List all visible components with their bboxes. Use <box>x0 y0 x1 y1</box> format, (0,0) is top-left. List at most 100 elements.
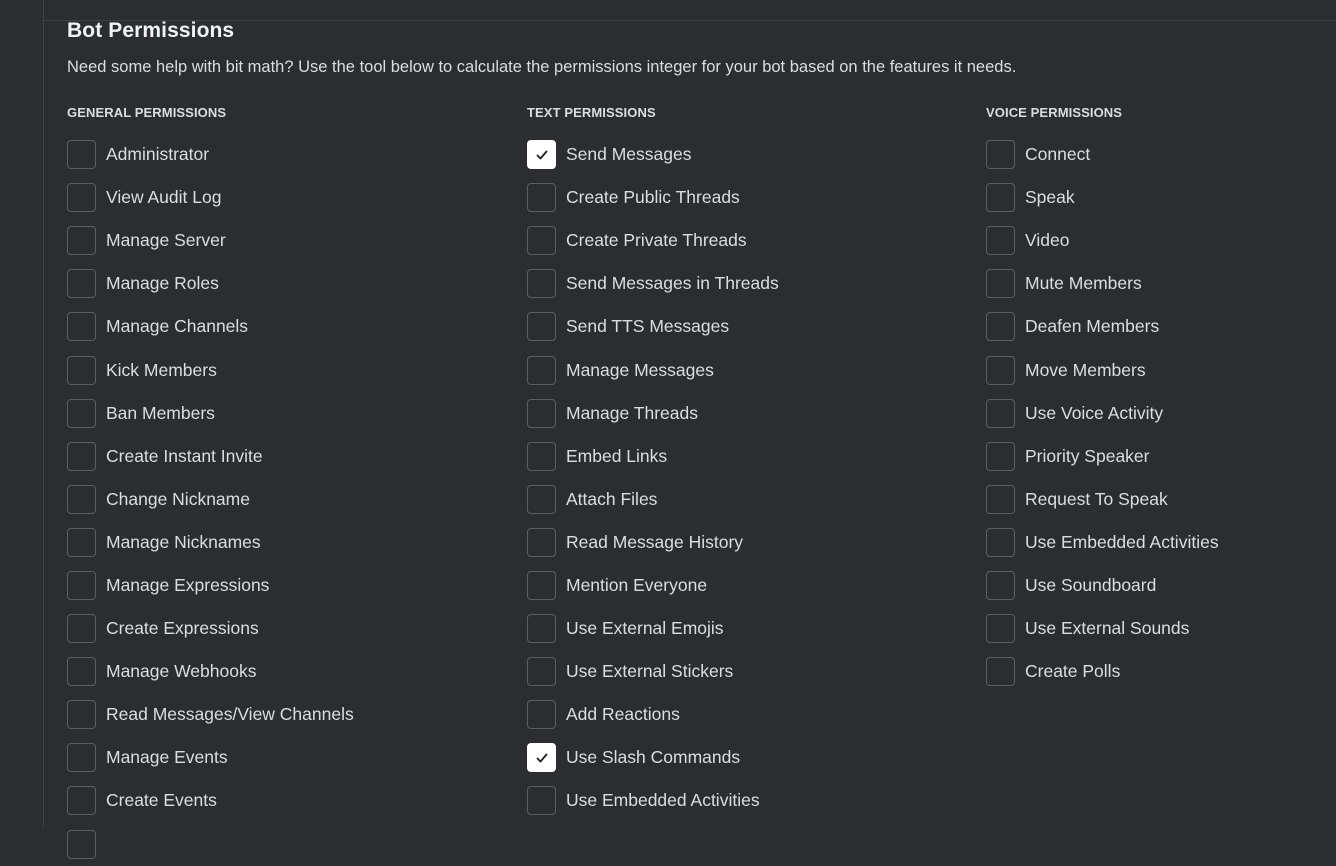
permission-item-kick-members[interactable]: Kick Members <box>67 348 354 391</box>
permission-label: Video <box>1025 230 1070 251</box>
permission-item-create-polls[interactable]: Create Polls <box>986 650 1219 693</box>
permission-checkbox[interactable] <box>527 183 556 213</box>
permission-checkbox[interactable] <box>67 312 96 342</box>
permission-checkbox[interactable] <box>986 269 1015 299</box>
permission-checkbox[interactable] <box>986 140 1015 170</box>
permission-checkbox[interactable] <box>527 269 556 299</box>
permission-checkbox[interactable] <box>527 441 556 471</box>
permission-checkbox[interactable] <box>67 484 96 514</box>
permission-checkbox[interactable] <box>527 657 556 687</box>
permission-checkbox[interactable] <box>527 527 556 557</box>
permission-checkbox[interactable] <box>986 441 1015 471</box>
permission-label: Read Message History <box>566 531 744 552</box>
permission-item-manage-server[interactable]: Manage Server <box>67 219 354 262</box>
permission-item-administrator[interactable]: Administrator <box>67 133 354 176</box>
permission-checkbox[interactable] <box>527 398 556 428</box>
permission-checkbox[interactable] <box>67 398 96 428</box>
permission-item-manage-messages[interactable]: Manage Messages <box>527 348 779 391</box>
permission-checkbox[interactable] <box>67 700 96 730</box>
permission-item-send-tts-messages[interactable]: Send TTS Messages <box>527 305 779 348</box>
permission-checkbox[interactable] <box>527 743 556 773</box>
permission-checkbox[interactable] <box>67 441 96 471</box>
permission-item-speak[interactable]: Speak <box>986 176 1219 219</box>
permission-checkbox[interactable] <box>986 570 1015 600</box>
permission-item-video[interactable]: Video <box>986 219 1219 262</box>
permission-checkbox[interactable] <box>986 355 1015 385</box>
permission-checkbox[interactable] <box>67 527 96 557</box>
permission-checkbox[interactable] <box>986 226 1015 256</box>
permission-checkbox[interactable] <box>67 269 96 299</box>
permission-item-embed-links[interactable]: Embed Links <box>527 435 779 478</box>
permission-item-use-external-sounds[interactable]: Use External Sounds <box>986 607 1219 650</box>
permission-item-use-external-stickers[interactable]: Use External Stickers <box>527 650 779 693</box>
permission-item-manage-webhooks[interactable]: Manage Webhooks <box>67 650 354 693</box>
permission-item-manage-nicknames[interactable]: Manage Nicknames <box>67 521 354 564</box>
permission-label: Speak <box>1025 187 1075 208</box>
permission-label: Manage Channels <box>106 316 249 337</box>
permission-item-manage-roles[interactable]: Manage Roles <box>67 262 354 305</box>
permission-label: Manage Events <box>106 747 228 768</box>
permission-checkbox[interactable] <box>527 312 556 342</box>
permission-item-create-public-threads[interactable]: Create Public Threads <box>527 176 779 219</box>
permission-item-attach-files[interactable]: Attach Files <box>527 478 779 521</box>
permission-checkbox[interactable] <box>527 484 556 514</box>
permission-item-ban-members[interactable]: Ban Members <box>67 392 354 435</box>
permission-checkbox[interactable] <box>67 183 96 213</box>
permission-item-create-private-threads[interactable]: Create Private Threads <box>527 219 779 262</box>
permission-item-request-to-speak[interactable]: Request To Speak <box>986 478 1219 521</box>
permission-item-deafen-members[interactable]: Deafen Members <box>986 305 1219 348</box>
permission-item-manage-channels[interactable]: Manage Channels <box>67 305 354 348</box>
permission-checkbox[interactable] <box>986 527 1015 557</box>
permission-item-use-embedded-activities[interactable]: Use Embedded Activities <box>986 521 1219 564</box>
permission-checkbox[interactable] <box>986 657 1015 687</box>
permission-item-add-reactions[interactable]: Add Reactions <box>527 693 779 736</box>
permission-checkbox[interactable] <box>986 614 1015 644</box>
permission-checkbox[interactable] <box>67 226 96 256</box>
permission-checkbox[interactable] <box>986 312 1015 342</box>
permission-item-use-soundboard[interactable]: Use Soundboard <box>986 564 1219 607</box>
permission-item-create-expressions[interactable]: Create Expressions <box>67 607 354 650</box>
permission-checkbox[interactable] <box>67 140 96 170</box>
permission-checkbox[interactable] <box>986 183 1015 213</box>
permission-checkbox[interactable] <box>527 226 556 256</box>
permission-item-use-external-emojis[interactable]: Use External Emojis <box>527 607 779 650</box>
permission-item-mention-everyone[interactable]: Mention Everyone <box>527 564 779 607</box>
permission-item-view-audit-log[interactable]: View Audit Log <box>67 176 354 219</box>
permission-checkbox[interactable] <box>527 140 556 170</box>
permission-item-mute-members[interactable]: Mute Members <box>986 262 1219 305</box>
permission-checkbox[interactable] <box>527 700 556 730</box>
permission-checkbox[interactable] <box>527 614 556 644</box>
permission-checkbox[interactable] <box>67 614 96 644</box>
permission-checkbox[interactable] <box>527 355 556 385</box>
permission-checkbox[interactable] <box>67 355 96 385</box>
permission-item-manage-threads[interactable]: Manage Threads <box>527 392 779 435</box>
permission-item-send-messages[interactable]: Send Messages <box>527 133 779 176</box>
permission-label: Create Events <box>106 790 217 811</box>
permission-checkbox[interactable] <box>67 786 96 816</box>
permission-item-connect[interactable]: Connect <box>986 133 1219 176</box>
permission-checkbox[interactable] <box>67 743 96 773</box>
permission-checkbox[interactable] <box>527 570 556 600</box>
permission-item-use-voice-activity[interactable]: Use Voice Activity <box>986 392 1219 435</box>
permission-item-priority-speaker[interactable]: Priority Speaker <box>986 435 1219 478</box>
permission-item-read-messages-view-channels[interactable]: Read Messages/View Channels <box>67 693 354 736</box>
permission-checkbox[interactable] <box>67 829 96 859</box>
permission-checkbox[interactable] <box>986 484 1015 514</box>
permission-label: Mute Members <box>1025 273 1142 294</box>
permission-checkbox[interactable] <box>67 570 96 600</box>
permission-item-read-message-history[interactable]: Read Message History <box>527 521 779 564</box>
permission-item[interactable] <box>67 823 354 866</box>
permission-item-move-members[interactable]: Move Members <box>986 348 1219 391</box>
permission-checkbox[interactable] <box>527 786 556 816</box>
permission-item-manage-expressions[interactable]: Manage Expressions <box>67 564 354 607</box>
permission-item-create-instant-invite[interactable]: Create Instant Invite <box>67 435 354 478</box>
permission-item-change-nickname[interactable]: Change Nickname <box>67 478 354 521</box>
permission-checkbox[interactable] <box>67 657 96 687</box>
permission-item-send-messages-in-threads[interactable]: Send Messages in Threads <box>527 262 779 305</box>
general-permissions-group: GENERAL PERMISSIONS Administrator View Au… <box>67 104 354 866</box>
permission-item-manage-events[interactable]: Manage Events <box>67 736 354 779</box>
permission-item-create-events[interactable]: Create Events <box>67 779 354 822</box>
permission-item-use-slash-commands[interactable]: Use Slash Commands <box>527 736 779 779</box>
permission-checkbox[interactable] <box>986 398 1015 428</box>
permission-item-use-embedded-activities[interactable]: Use Embedded Activities <box>527 779 779 822</box>
